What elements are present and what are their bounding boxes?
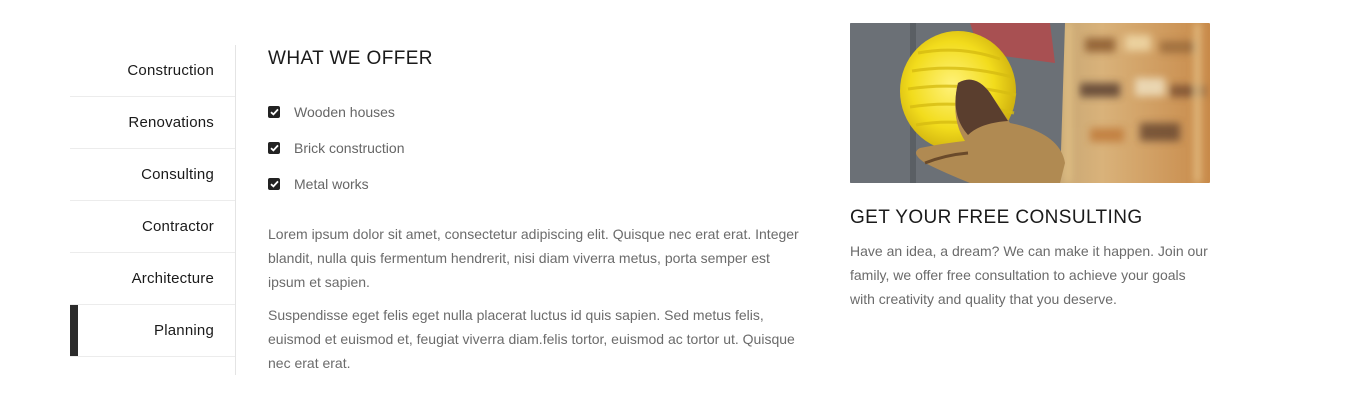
list-item: Wooden houses <box>268 94 803 130</box>
list-item: Brick construction <box>268 130 803 166</box>
services-tab-list: Construction Renovations Consulting Cont… <box>70 45 236 375</box>
tab-label: Planning <box>154 322 214 339</box>
offer-section: WHAT WE OFFER Wooden houses Brick constr… <box>268 48 803 375</box>
tab-architecture[interactable]: Architecture <box>70 253 235 305</box>
tab-label: Construction <box>127 62 214 79</box>
offer-paragraph-1: Lorem ipsum dolor sit amet, consectetur … <box>268 226 799 290</box>
tab-label: Renovations <box>128 114 214 131</box>
tab-planning[interactable]: Planning <box>70 305 235 357</box>
offer-title: WHAT WE OFFER <box>268 48 433 69</box>
offer-paragraph-2: Suspendisse eget felis eget nulla placer… <box>268 307 795 371</box>
checkbox-checked-icon <box>268 142 280 154</box>
list-item-label: Metal works <box>294 176 369 192</box>
list-item-label: Wooden houses <box>294 104 395 120</box>
list-item: Metal works <box>268 166 803 202</box>
offer-checklist: Wooden houses Brick construction Metal w… <box>268 94 803 202</box>
tab-label: Contractor <box>141 218 214 235</box>
tab-renovations[interactable]: Renovations <box>70 97 235 149</box>
list-item-label: Brick construction <box>294 140 405 156</box>
consulting-title: GET YOUR FREE CONSULTING <box>850 207 1143 228</box>
checkbox-checked-icon <box>268 178 280 190</box>
tab-label: Architecture <box>131 270 214 287</box>
worker-helmet-photo <box>850 23 1210 183</box>
checkbox-checked-icon <box>268 106 280 118</box>
tab-label: Consulting <box>141 166 214 183</box>
consulting-section: GET YOUR FREE CONSULTING Have an idea, a… <box>850 23 1210 311</box>
consulting-text: Have an idea, a dream? We can make it ha… <box>850 243 1208 307</box>
tab-construction[interactable]: Construction <box>70 45 235 97</box>
tab-contractor[interactable]: Contractor <box>70 201 235 253</box>
tab-consulting[interactable]: Consulting <box>70 149 235 201</box>
